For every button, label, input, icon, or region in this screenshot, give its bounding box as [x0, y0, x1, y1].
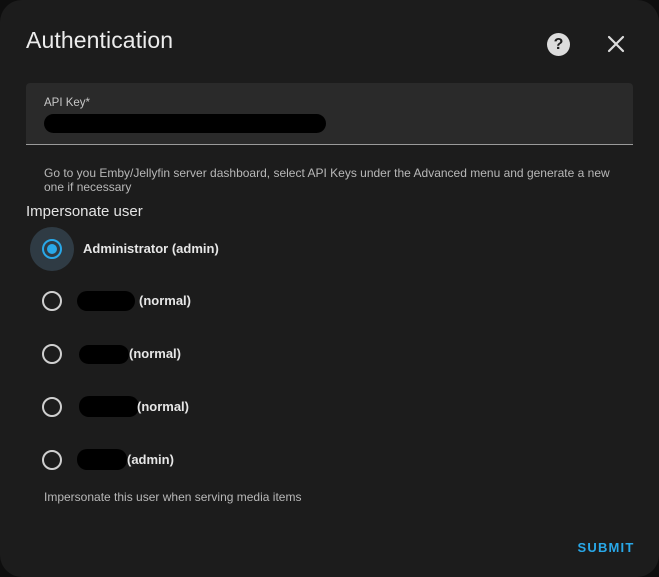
- user-option-label: Administrator (admin): [83, 241, 219, 256]
- radio-button[interactable]: [42, 344, 62, 364]
- user-option-label: (admin): [127, 452, 174, 467]
- close-icon: [607, 35, 625, 53]
- user-option-5[interactable]: (admin): [30, 438, 430, 482]
- redacted-username: [77, 291, 135, 311]
- user-option-2[interactable]: (normal): [30, 279, 430, 323]
- impersonate-user-label: Impersonate user: [26, 203, 143, 220]
- user-option-label: (normal): [129, 346, 181, 361]
- impersonate-hint-text: Impersonate this user when serving media…: [44, 490, 302, 504]
- radio-button[interactable]: [42, 239, 62, 259]
- api-key-field[interactable]: API Key*: [26, 83, 633, 145]
- help-circle-icon: ?: [553, 35, 564, 53]
- radio-button[interactable]: [42, 397, 62, 417]
- redacted-api-key: [44, 114, 326, 133]
- api-key-label: API Key*: [44, 97, 91, 109]
- redacted-username: [77, 449, 127, 470]
- authentication-dialog: Authentication ? API Key* Go to you Emby…: [0, 0, 659, 577]
- radio-button[interactable]: [42, 450, 62, 470]
- user-option-label: (normal): [137, 399, 189, 414]
- help-button[interactable]: ?: [547, 33, 570, 56]
- dialog-title: Authentication: [26, 27, 174, 53]
- user-option-label: (normal): [139, 293, 191, 308]
- radio-button[interactable]: [42, 291, 62, 311]
- close-button[interactable]: [603, 31, 629, 57]
- redacted-username: [79, 345, 129, 364]
- api-key-helper-text: Go to you Emby/Jellyfin server dashboard…: [44, 166, 610, 194]
- submit-button[interactable]: SUBMIT: [570, 532, 642, 562]
- redacted-username: [79, 396, 139, 417]
- user-option-3[interactable]: (normal): [30, 332, 430, 376]
- user-option-4[interactable]: (normal): [30, 385, 430, 429]
- user-option-administrator[interactable]: Administrator (admin): [30, 227, 430, 271]
